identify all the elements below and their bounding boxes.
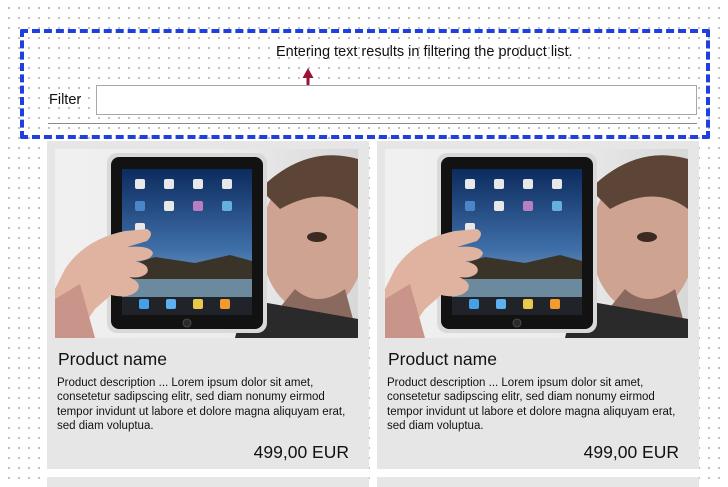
- filter-label: Filter: [49, 92, 82, 108]
- product-card[interactable]: Product name Product description ... Lor…: [47, 141, 369, 469]
- product-description: Product description ... Lorem ipsum dolo…: [387, 377, 676, 433]
- product-card-partial: [47, 477, 369, 487]
- product-description: Product description ... Lorem ipsum dolo…: [57, 377, 346, 433]
- product-name[interactable]: Product name: [388, 349, 497, 370]
- divider: [48, 123, 697, 124]
- product-price: 499,00 EUR: [583, 442, 679, 462]
- product-image: [55, 149, 358, 338]
- filter-input[interactable]: [96, 85, 697, 115]
- product-price: 499,00 EUR: [253, 442, 349, 462]
- product-name[interactable]: Product name: [58, 349, 167, 370]
- product-card-partial: [377, 477, 699, 487]
- annotation-text: Entering text results in filtering the p…: [276, 44, 573, 60]
- product-image: [385, 149, 688, 338]
- product-card[interactable]: Product name Product description ... Lor…: [377, 141, 699, 469]
